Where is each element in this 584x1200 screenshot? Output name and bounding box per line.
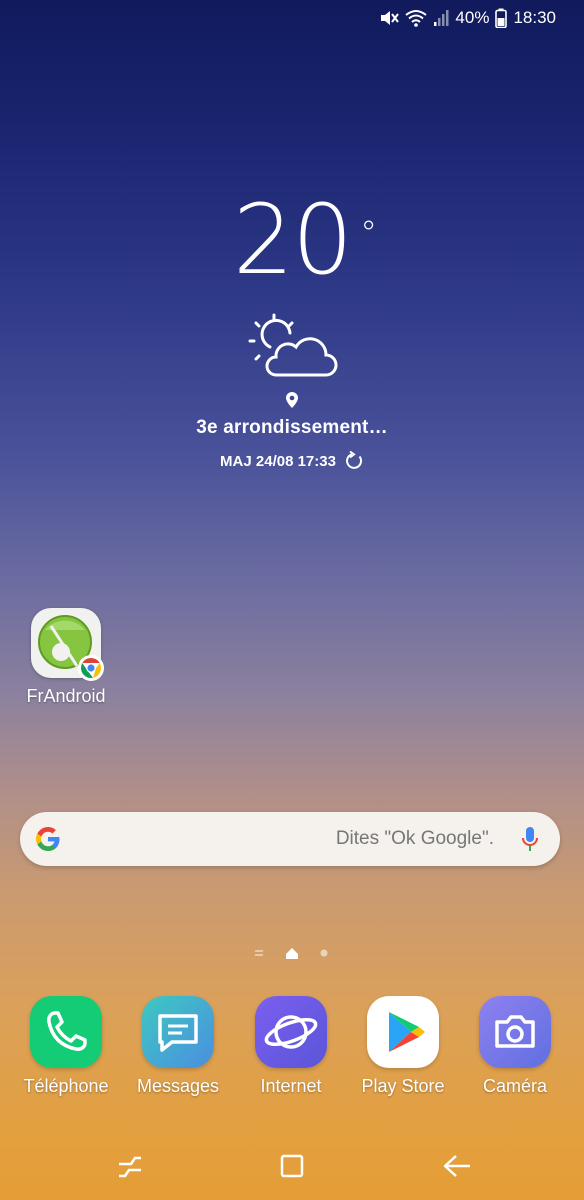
app-label: FrAndroid bbox=[26, 686, 106, 706]
weather-widget[interactable]: 20 ° 3e arrondissement… MAJ 24/08 17:33 bbox=[0, 185, 584, 471]
home-icon bbox=[280, 1154, 304, 1178]
refresh-icon[interactable] bbox=[344, 451, 364, 471]
chrome-badge-icon bbox=[78, 655, 104, 681]
google-g-icon bbox=[36, 827, 60, 851]
search-placeholder: Dites "Ok Google". bbox=[335, 828, 494, 849]
partly-cloudy-icon bbox=[248, 313, 338, 377]
last-updated: MAJ 24/08 17:33 bbox=[0, 451, 584, 471]
google-search-bar[interactable]: Dites "Ok Google". bbox=[20, 812, 560, 866]
app-telephone[interactable]: Téléphone bbox=[11, 996, 121, 1097]
temperature: 20 ° bbox=[232, 184, 377, 296]
clock: 18:30 bbox=[513, 8, 556, 27]
mute-icon bbox=[381, 11, 400, 25]
page-indicator[interactable] bbox=[250, 944, 340, 962]
recents-icon bbox=[119, 1156, 141, 1178]
back-button[interactable] bbox=[440, 1150, 474, 1184]
page-dot bbox=[320, 949, 328, 957]
navigation-bar bbox=[0, 1150, 584, 1184]
app-label: Internet bbox=[260, 1076, 322, 1096]
back-icon bbox=[443, 1155, 470, 1177]
app-label: Messages bbox=[136, 1076, 220, 1096]
page-dot-list bbox=[255, 950, 263, 956]
battery-icon bbox=[495, 8, 508, 28]
app-frandroid[interactable]: FrAndroid bbox=[22, 608, 110, 707]
page-dot-home bbox=[286, 948, 298, 959]
camera-icon bbox=[479, 996, 551, 1068]
internet-icon bbox=[255, 996, 327, 1068]
degree-symbol: ° bbox=[360, 214, 377, 254]
location-pin-icon bbox=[286, 392, 298, 408]
play-store-icon bbox=[367, 996, 439, 1068]
location-name: 3e arrondissement… bbox=[196, 417, 388, 438]
app-messages[interactable]: Messages bbox=[123, 996, 233, 1097]
app-label: Caméra bbox=[482, 1076, 548, 1096]
messages-icon bbox=[142, 996, 214, 1068]
recents-button[interactable] bbox=[113, 1150, 147, 1184]
temperature-value: 20 bbox=[232, 184, 353, 296]
wifi-icon bbox=[405, 10, 428, 27]
microphone-icon[interactable] bbox=[520, 825, 540, 853]
status-bar: 40% 18:30 bbox=[379, 6, 556, 30]
phone-icon bbox=[30, 996, 102, 1068]
app-camera[interactable]: Caméra bbox=[460, 996, 570, 1097]
signal-icon bbox=[434, 10, 449, 26]
updated-text: MAJ 24/08 17:33 bbox=[220, 452, 336, 470]
app-play-store[interactable]: Play Store bbox=[348, 996, 458, 1097]
app-internet[interactable]: Internet bbox=[236, 996, 346, 1097]
app-label: Téléphone bbox=[23, 1076, 109, 1096]
battery-percent: 40% bbox=[455, 8, 490, 27]
dock: Téléphone Messages Internet Play Store C… bbox=[0, 996, 584, 1106]
app-label: Play Store bbox=[361, 1076, 445, 1096]
home-button[interactable] bbox=[275, 1150, 309, 1184]
frandroid-chrome-shortcut-icon bbox=[31, 608, 104, 681]
